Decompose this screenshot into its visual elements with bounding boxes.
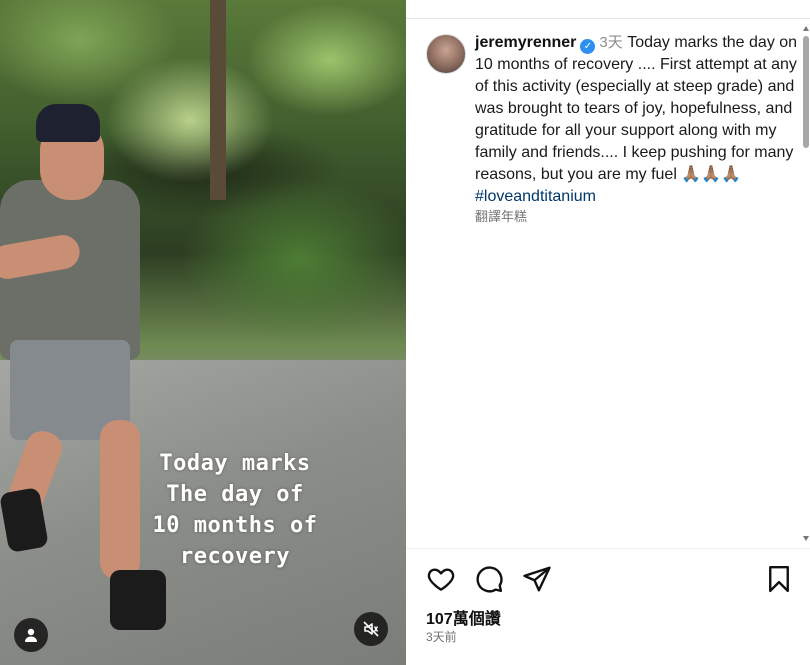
overlay-line: The day of bbox=[166, 482, 304, 507]
sound-off-icon bbox=[363, 621, 379, 637]
runner-shoe bbox=[110, 570, 166, 630]
overlay-line: Today marks bbox=[159, 451, 311, 476]
overlay-line: 10 months of bbox=[152, 513, 318, 538]
caption-text: Today marks the day on 10 months of reco… bbox=[475, 34, 798, 183]
hashtag-link[interactable]: #loveandtitanium bbox=[475, 186, 805, 208]
post-panel: jeremyrenner ✓ 3天 Today marks the day on 1… bbox=[406, 0, 810, 665]
see-translation-link[interactable]: 翻譯年糕 bbox=[475, 208, 805, 226]
tagged-users-button[interactable] bbox=[14, 618, 48, 652]
heart-icon bbox=[427, 568, 455, 591]
actions-divider bbox=[406, 548, 810, 549]
person-icon bbox=[25, 628, 37, 642]
video-media[interactable]: Today marks The day of 10 months of reco… bbox=[0, 0, 406, 665]
action-bar bbox=[426, 564, 796, 596]
like-button[interactable] bbox=[426, 564, 458, 596]
scroll-down-icon[interactable] bbox=[803, 536, 809, 541]
scroll-thumb[interactable] bbox=[803, 36, 809, 148]
scrollbar[interactable] bbox=[803, 26, 809, 546]
tree-trunk bbox=[210, 0, 226, 200]
scroll-up-icon[interactable] bbox=[803, 26, 809, 31]
mute-button[interactable] bbox=[354, 612, 388, 646]
avatar[interactable] bbox=[426, 34, 466, 74]
comment-button[interactable] bbox=[474, 564, 506, 596]
share-icon bbox=[523, 566, 551, 592]
verified-badge-icon: ✓ bbox=[580, 39, 596, 54]
like-count[interactable]: 107萬個讚 bbox=[426, 605, 501, 629]
top-divider bbox=[406, 0, 810, 19]
overlay-line: recovery bbox=[180, 544, 290, 569]
caption: jeremyrenner ✓ 3天 Today marks the day on 1… bbox=[475, 32, 805, 226]
post-time[interactable]: 3天 bbox=[599, 34, 622, 51]
username-link[interactable]: jeremyrenner bbox=[475, 34, 576, 51]
post-date: 3天前 bbox=[426, 630, 457, 644]
share-button[interactable] bbox=[522, 564, 554, 596]
save-button[interactable] bbox=[764, 564, 796, 596]
runner-cap bbox=[36, 104, 100, 142]
comment-icon bbox=[476, 566, 503, 593]
video-overlay-text: Today marks The day of 10 months of reco… bbox=[130, 448, 340, 572]
bookmark-icon bbox=[769, 565, 789, 593]
